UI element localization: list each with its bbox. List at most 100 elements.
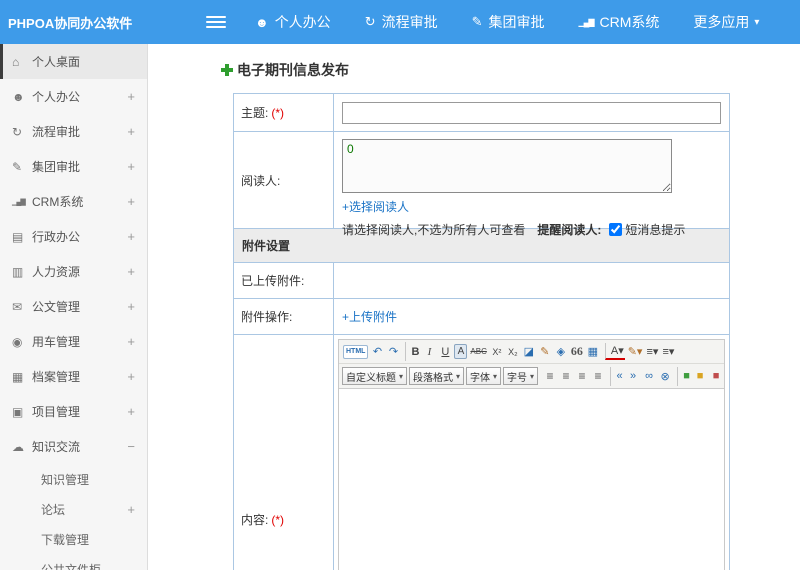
font-color-icon[interactable]: A▾ [604,343,625,360]
expand-toggle-icon: + [127,334,135,349]
expand-toggle-icon: + [127,159,135,174]
font-box-icon[interactable]: A [454,344,468,359]
undo-icon[interactable]: ↶ [370,342,384,361]
editor-toolbar-row2: 自定义标题 ▾ 段落格式 ▾ 字体 ▾ 字号 ▾ ≡ ≡ ≡ ≡ « » ∞ ⊗… [339,364,724,388]
uploaded-attachments-row: 已上传附件: [234,263,729,299]
building-icon: ▤ [12,229,24,244]
superscript-icon[interactable]: X² [490,342,504,361]
wheel-icon: ◉ [12,334,23,349]
link-icon[interactable]: ∞ [642,367,656,386]
sidebar-item-document-management[interactable]: ✉ 公文管理 + [0,289,147,324]
sidebar: ⌂ 个人桌面 ☻ 个人办公 + ↻ 流程审批 + ✎ 集团审批 + ▁▄▇ CR… [0,44,148,570]
expand-toggle-icon: + [127,264,135,279]
app-logo[interactable]: PHPOA协同办公软件 [0,13,148,32]
strikethrough-icon[interactable]: ABC [469,342,487,361]
quick-format-icon[interactable]: ◈ [554,342,568,361]
sidebar-item-knowledge-management[interactable]: 知识管理 [0,464,147,494]
format-painter-icon[interactable]: ✎ [538,342,552,361]
nav-workflow-approval[interactable]: ↻ 流程审批 [348,0,455,44]
editor-toolbar2-icons: ≡ ≡ ≡ ≡ « » ∞ ⊗ ■ ■ ■ [542,366,724,386]
indent-icon[interactable]: » [626,367,640,386]
clipboard-icon: ▣ [12,404,24,419]
nav-group-approval[interactable]: ✎ 集团审批 [455,0,562,44]
workflow-icon: ↻ [364,14,376,29]
person-icon: ☻ [255,14,269,30]
sidebar-item-project-management[interactable]: ▣ 项目管理 + [0,394,147,429]
book-icon: ▥ [12,264,24,279]
outdent-icon[interactable]: « [610,366,624,386]
nav-crm-system[interactable]: ▁▄▇ CRM系统 [562,0,677,44]
table-icon[interactable]: ▦ [586,342,600,361]
chat-bubble-icon: ☁ [12,439,24,454]
html-source-icon[interactable]: HTML [343,344,369,359]
align-center-icon[interactable]: ≡ [559,367,573,386]
sms-remind-checkbox[interactable] [609,223,623,236]
uploaded-attachments-label: 已上传附件: [234,263,334,298]
redo-icon[interactable]: ↷ [386,342,400,361]
subject-input[interactable] [342,101,721,124]
content-row: 内容: (*) HTML ↶ ↷ B I U A ABC X² X₂ ◪ ✎ ◈… [234,335,729,570]
sidebar-item-workflow-approval[interactable]: ↻ 流程审批 + [0,114,147,149]
unlink-icon[interactable]: ⊗ [658,367,672,386]
sidebar-item-archive-management[interactable]: ▦ 档案管理 + [0,359,147,394]
media-icon[interactable]: ■ [693,367,707,386]
image-icon[interactable]: ■ [677,366,691,386]
font-size-select[interactable]: 字号 ▾ [503,367,539,385]
bar-chart-icon: ▁▄▇ [578,17,595,27]
upload-attachment-link[interactable]: +上传附件 [342,308,397,325]
remove-format-icon[interactable]: ◪ [522,342,536,361]
chevron-down-icon: ▾ [493,371,498,381]
sidebar-item-download-management[interactable]: 下载管理 [0,524,147,554]
chevron-down-icon: ▾ [754,16,760,28]
required-mark: (*) [271,512,285,527]
readers-textarea[interactable]: 0 [342,139,672,193]
expand-toggle-icon: + [127,124,135,139]
paragraph-format-select[interactable]: 段落格式 ▾ [409,367,465,385]
expand-toggle-icon: + [127,501,135,517]
envelope-icon: ✉ [12,299,23,314]
sms-remind-label: 短消息提示 [625,223,686,237]
align-justify-icon[interactable]: ≡ [591,367,605,386]
sidebar-item-human-resources[interactable]: ▥ 人力资源 + [0,254,147,289]
flash-icon[interactable]: ■ [709,367,723,386]
sidebar-item-crm-system[interactable]: ▁▄▇ CRM系统 + [0,184,147,219]
sidebar-item-personal-office[interactable]: ☻ 个人办公 + [0,79,147,114]
align-left-icon[interactable]: ≡ [543,367,557,386]
sidebar-item-vehicle-management[interactable]: ◉ 用车管理 + [0,324,147,359]
sidebar-item-forum[interactable]: 论坛 + [0,494,147,524]
expand-toggle-icon: − [127,439,135,454]
uploaded-attachments-value [334,263,729,298]
expand-toggle-icon: + [127,194,135,209]
editor-content-area[interactable] [339,388,724,570]
choose-readers-link[interactable]: +选择阅读人 [342,200,409,214]
top-bar: PHPOA协同办公软件 ☻ 个人办公 ↻ 流程审批 ✎ 集团审批 ▁▄▇ CRM… [0,0,800,44]
readers-hint: 请选择阅读人,不选为所有人可查看 [342,223,526,237]
hamburger-icon[interactable] [206,13,226,31]
bar-chart-icon: ▁▄▇ [12,198,26,206]
subscript-icon[interactable]: X₂ [506,342,520,361]
top-navigation: ☻ 个人办公 ↻ 流程审批 ✎ 集团审批 ▁▄▇ CRM系统 更多应用 ▾ [238,0,776,44]
page-header: 电子期刊信息发布 [221,60,800,80]
readers-row: 阅读人: 0 +选择阅读人 请选择阅读人,不选为所有人可查看 提醒阅读人: 短消… [234,132,729,237]
sidebar-item-personal-desktop[interactable]: ⌂ 个人桌面 [0,44,147,79]
align-right-icon[interactable]: ≡ [575,367,589,386]
sidebar-item-public-file-cabinet[interactable]: 公共文件柜 [0,554,147,570]
underline-icon[interactable]: U [438,342,452,361]
font-family-select[interactable]: 字体 ▾ [466,367,502,385]
sidebar-item-admin-office[interactable]: ▤ 行政办公 + [0,219,147,254]
remind-readers-label: 提醒阅读人: [537,223,602,237]
unordered-list-icon[interactable]: ≡▾ [661,342,675,361]
page-title: 电子期刊信息发布 [237,62,349,78]
chevron-down-icon: ▾ [399,371,404,381]
highlight-color-icon[interactable]: ✎▾ [627,342,644,361]
ordered-list-icon[interactable]: ≡▾ [645,342,659,361]
bold-icon[interactable]: B [405,342,420,361]
blockquote-icon[interactable]: 66 [570,342,584,361]
nav-personal-office[interactable]: ☻ 个人办公 [238,0,348,44]
archive-icon: ▦ [12,369,24,384]
nav-more-apps[interactable]: 更多应用 ▾ [676,0,776,44]
italic-icon[interactable]: I [422,342,436,361]
sidebar-item-group-approval[interactable]: ✎ 集团审批 + [0,149,147,184]
heading-style-select[interactable]: 自定义标题 ▾ [342,367,408,385]
sidebar-item-knowledge-exchange[interactable]: ☁ 知识交流 − [0,429,147,464]
